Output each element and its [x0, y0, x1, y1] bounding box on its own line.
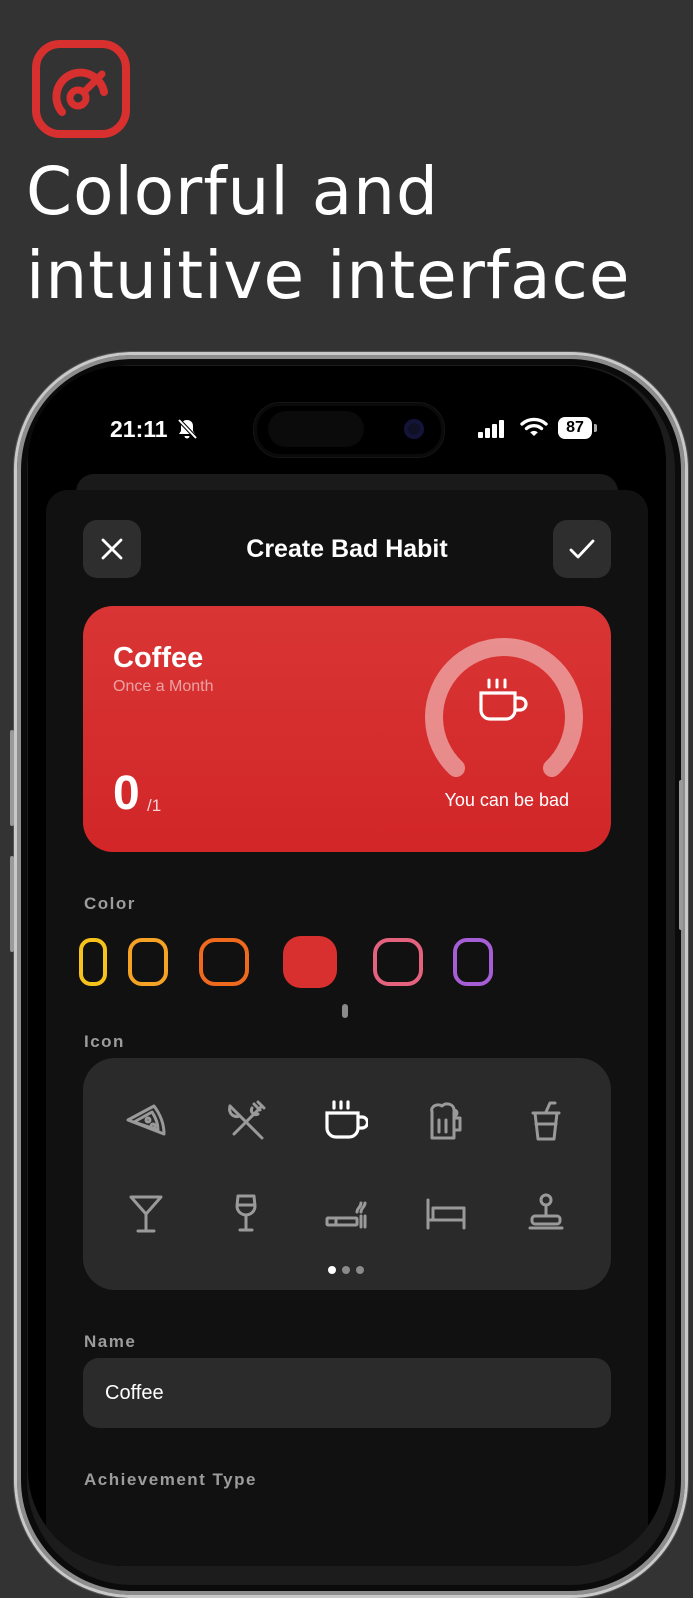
icon-option-cigarette[interactable] — [314, 1182, 378, 1246]
preview-habit-name: Coffee — [113, 642, 204, 674]
preview-status: You can be bad — [444, 790, 569, 810]
color-section-label: Color — [84, 894, 136, 913]
bell-slash-icon — [177, 418, 198, 440]
coffee-cup-icon — [325, 1100, 368, 1139]
icon-option-wine[interactable] — [214, 1182, 278, 1246]
phone-side-button — [10, 730, 14, 826]
icon-option-soda[interactable] — [514, 1090, 578, 1154]
color-swatch[interactable] — [373, 938, 423, 986]
confirm-button[interactable] — [553, 520, 611, 578]
icon-option-fork-knife[interactable] — [214, 1090, 278, 1154]
color-swatch[interactable] — [128, 938, 168, 986]
wifi-icon — [520, 417, 548, 436]
soda-cup-icon — [531, 1101, 561, 1141]
page-dot[interactable] — [342, 1266, 350, 1274]
icon-option-coffee[interactable] — [314, 1090, 378, 1154]
preview-frequency: Once a Month — [113, 678, 214, 695]
checkmark-icon — [569, 539, 595, 559]
coffee-cup-icon — [479, 678, 528, 721]
progress-gauge — [425, 638, 583, 777]
cocktail-icon — [129, 1195, 163, 1233]
beer-mug-icon — [430, 1102, 462, 1140]
icon-option-bed[interactable] — [414, 1182, 478, 1246]
bed-icon — [426, 1198, 466, 1230]
icon-section-label: Icon — [84, 1032, 125, 1051]
cigarette-icon — [325, 1201, 367, 1229]
battery-icon: 87 — [558, 417, 597, 439]
icon-option-pizza[interactable] — [114, 1090, 178, 1154]
signal-icon — [478, 420, 504, 438]
promo-headline: Colorful and intuitive interface — [26, 150, 686, 318]
icon-option-beer[interactable] — [414, 1090, 478, 1154]
selected-color-indicator — [342, 1004, 348, 1018]
color-swatch-selected[interactable] — [283, 936, 337, 988]
habit-name-input[interactable] — [83, 1358, 611, 1428]
name-section-label: Name — [84, 1332, 137, 1351]
headline-line-1: Colorful and — [26, 153, 439, 230]
wine-glass-icon — [235, 1194, 257, 1232]
preview-count: 0 — [113, 767, 140, 820]
camera-icon — [404, 419, 424, 439]
status-time: 21:11 — [110, 416, 168, 442]
create-habit-sheet: Create Bad Habit Coffee Once a Month 0 /… — [46, 490, 648, 1566]
phone-screen: 21:11 87 Create Bad Habit Coffee Once a … — [28, 366, 666, 1566]
icon-picker — [83, 1058, 611, 1290]
phone-side-button — [10, 856, 14, 952]
joystick-icon — [528, 1193, 564, 1230]
icon-option-joystick[interactable] — [514, 1182, 578, 1246]
pizza-icon — [126, 1104, 166, 1136]
gauge-icon — [32, 40, 130, 138]
color-swatch[interactable] — [79, 938, 107, 986]
page-dot-active[interactable] — [328, 1266, 336, 1274]
dynamic-island — [253, 402, 445, 458]
page-dot[interactable] — [356, 1266, 364, 1274]
headline-line-2: intuitive interface — [26, 237, 631, 314]
icon-option-cocktail[interactable] — [114, 1182, 178, 1246]
habit-preview-card: Coffee Once a Month 0 /1 You can be bad — [83, 606, 611, 852]
fork-knife-icon — [228, 1100, 266, 1140]
achievement-section-label: Achievement Type — [84, 1470, 257, 1489]
color-swatch[interactable] — [453, 938, 493, 986]
phone-side-button — [679, 780, 683, 930]
color-swatch[interactable] — [199, 938, 249, 986]
preview-goal: /1 — [147, 796, 162, 815]
